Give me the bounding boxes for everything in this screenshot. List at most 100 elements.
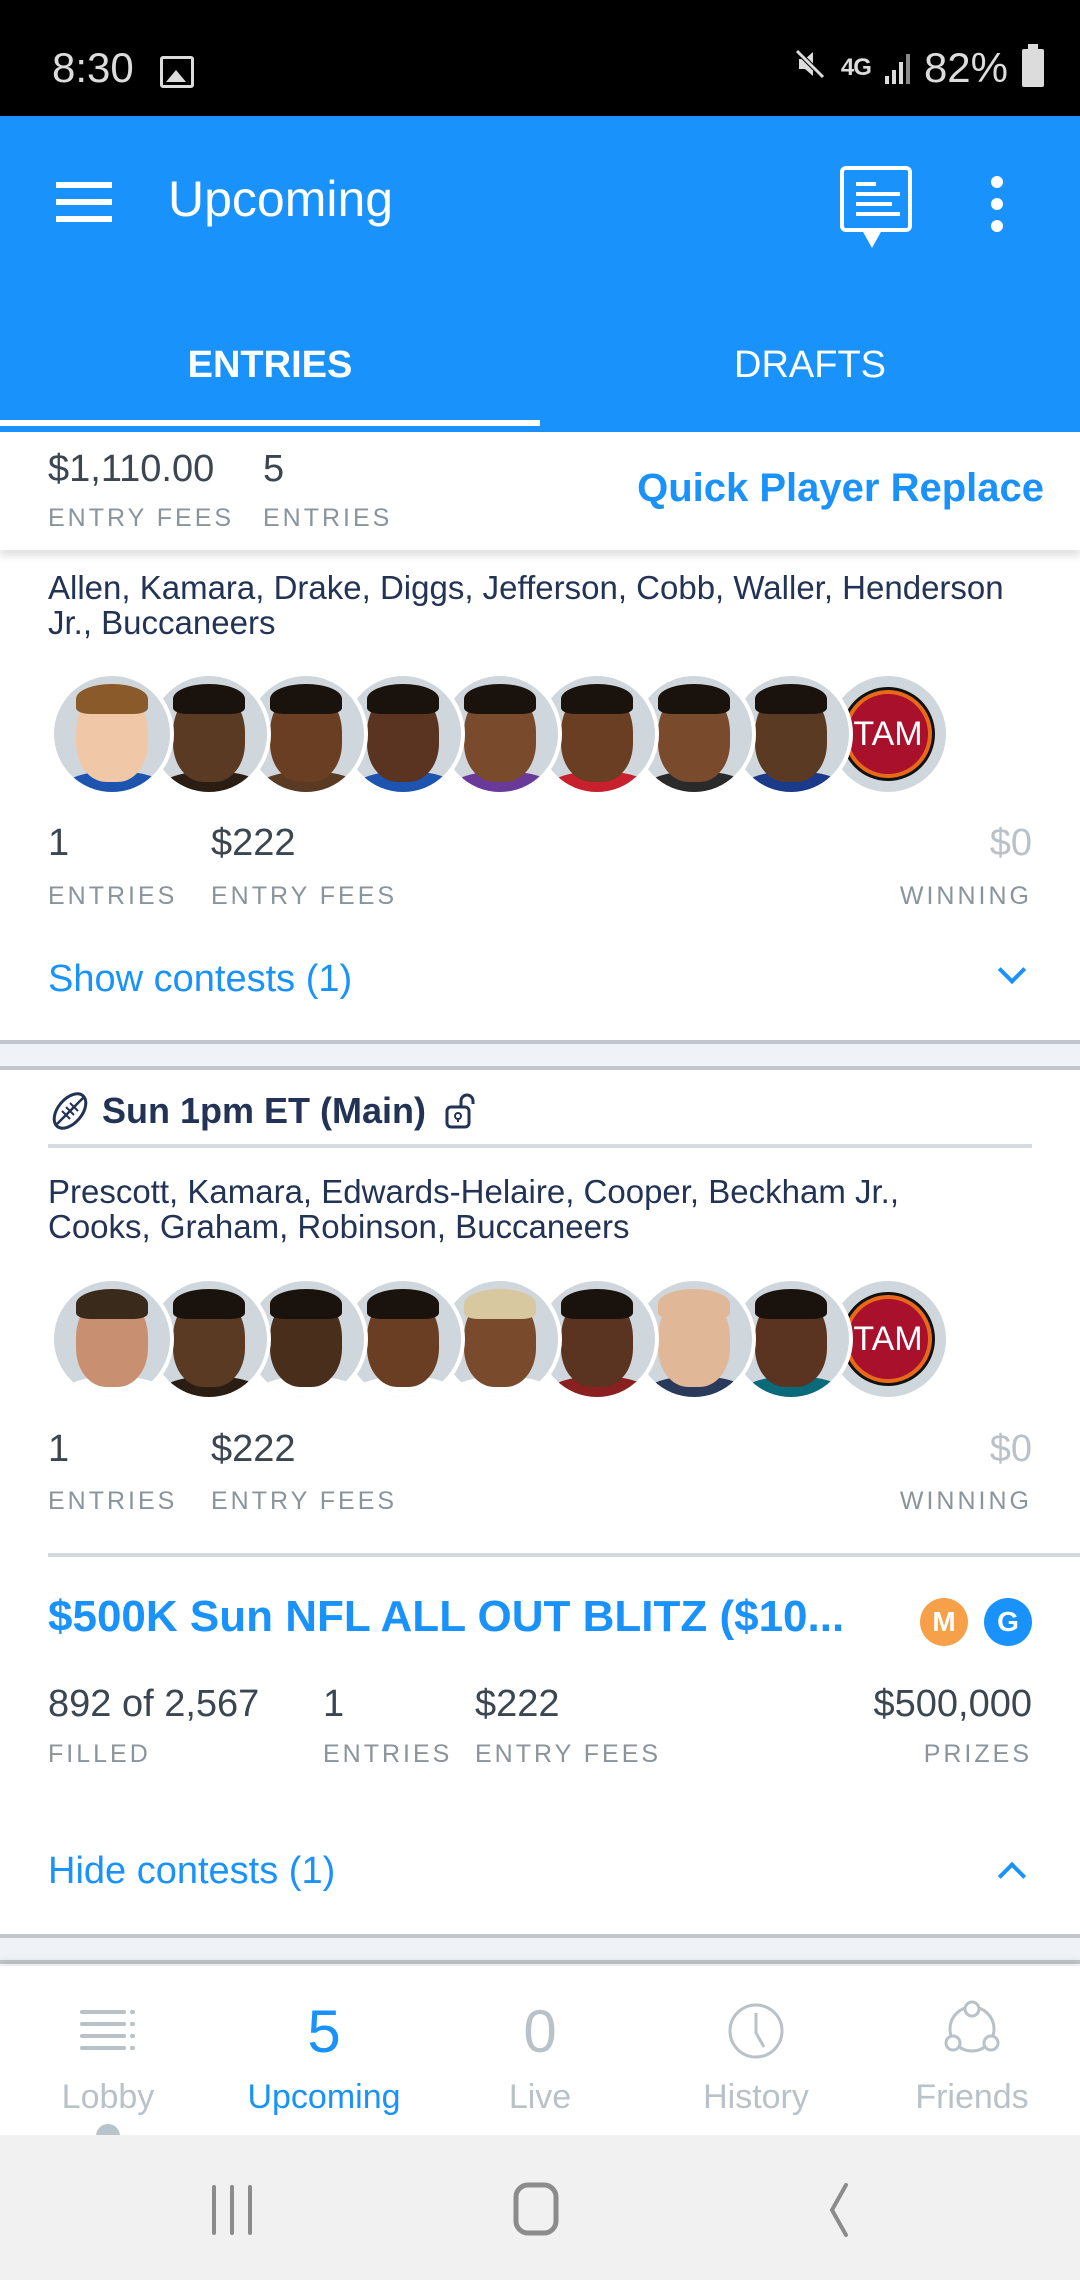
lineup-winning-label: WINNING [899, 882, 1032, 910]
contest-filled-label: FILLED [48, 1740, 151, 1768]
lineup-entries: 1 [48, 1428, 70, 1470]
quick-player-replace-button[interactable]: Quick Player Replace [637, 466, 1044, 511]
recent-apps-button[interactable] [192, 2175, 272, 2245]
player-hair [658, 684, 730, 714]
contest-title-link[interactable]: $500K Sun NFL ALL OUT BLITZ ($10... [48, 1592, 844, 1642]
slate-divider [48, 1144, 1032, 1148]
player-avatar[interactable] [50, 672, 174, 796]
unlocked-icon [445, 1093, 475, 1129]
lineup-avatars[interactable]: TAM [50, 672, 970, 796]
tab-entries[interactable]: ENTRIES [0, 302, 540, 432]
status-bar: 8:30 4G 82% [0, 0, 1080, 116]
lineup-players-text: Prescott, Kamara, Edwards-Helaire, Coope… [48, 1173, 900, 1245]
player-hair [561, 1289, 633, 1319]
image-notification-icon [160, 56, 194, 88]
team-badge: TAM [844, 1295, 932, 1383]
total-entry-fees: $1,110.00 [48, 448, 215, 490]
lineup-entry-fees: $222 [211, 1428, 296, 1470]
chat-icon[interactable] [840, 166, 912, 248]
contest-entry-fees: $222 [475, 1683, 560, 1725]
player-hair [464, 1289, 536, 1319]
nav-history[interactable]: History [648, 1966, 864, 2136]
entries-summary: $1,110.00 ENTRY FEES 5 ENTRIES Quick Pla… [0, 432, 1080, 550]
hide-contests-label: Hide contests (1) [48, 1850, 336, 1892]
lineup-winning: $0 [989, 1428, 1032, 1470]
nav-upcoming-label: Upcoming [247, 2078, 401, 2116]
hamburger-menu-icon[interactable] [56, 182, 112, 222]
home-icon [513, 2182, 559, 2236]
active-tab-indicator [0, 420, 540, 426]
player-hair [658, 1289, 730, 1319]
contest-filled: 892 of 2,567 [48, 1683, 260, 1725]
lineup-entries: 1 [48, 822, 70, 864]
app-bar: Upcoming ENTRIES DRAFTS [0, 116, 1080, 432]
mute-icon [793, 47, 827, 89]
tab-bar: ENTRIES DRAFTS [0, 302, 1080, 432]
guaranteed-badge: G [984, 1598, 1032, 1646]
slate-title: Sun 1pm ET (Main) [102, 1090, 426, 1131]
player-hair [76, 684, 148, 714]
player-hair [464, 684, 536, 714]
status-time: 8:30 [52, 44, 134, 91]
battery-icon [1022, 44, 1044, 87]
contest-prizes: $500,000 [873, 1683, 1033, 1725]
nav-live-label: Live [508, 2078, 572, 2116]
back-icon [829, 2183, 848, 2237]
nav-lobby-label: Lobby [61, 2078, 155, 2116]
clock-icon [728, 2003, 784, 2059]
show-contests-toggle[interactable]: Show contests (1) [48, 950, 1032, 1010]
status-indicators: 4G 82% [793, 44, 1044, 92]
player-hair [173, 1289, 245, 1319]
friends-icon [944, 2000, 1000, 2053]
back-button[interactable] [800, 2175, 880, 2245]
chevron-up-icon [997, 1861, 1027, 1891]
lineup-entries-label: ENTRIES [48, 882, 178, 910]
nav-lobby[interactable]: Lobby [0, 1966, 216, 2148]
page-title: Upcoming [168, 171, 394, 227]
show-contests-label: Show contests (1) [48, 958, 353, 1000]
tab-drafts[interactable]: DRAFTS [540, 302, 1080, 432]
lineup-avatars[interactable]: TAM [50, 1277, 970, 1401]
slate-header: Sun 1pm ET (Main) [48, 1086, 478, 1136]
football-icon [52, 1092, 88, 1130]
hide-contests-toggle[interactable]: Hide contests (1) [48, 1842, 1032, 1902]
nav-friends-label: Friends [915, 2078, 1029, 2116]
live-count: 0 [523, 1997, 557, 2065]
total-entries: 5 [263, 448, 285, 490]
nav-live[interactable]: 0 Live [432, 1966, 648, 2136]
contest-entries: 1 [323, 1683, 345, 1725]
nav-friends[interactable]: Friends [864, 1966, 1080, 2136]
player-avatar[interactable] [50, 1277, 174, 1401]
multi-entry-badge: M [920, 1598, 968, 1646]
total-entries-label: ENTRIES [263, 504, 393, 532]
player-hair [270, 1289, 342, 1319]
player-hair [367, 684, 439, 714]
lineup-winning-label: WINNING [899, 1487, 1032, 1515]
nav-upcoming[interactable]: 5 Upcoming [216, 1966, 432, 2136]
lineup-winning: $0 [989, 822, 1032, 864]
network-type: 4G [840, 54, 872, 81]
player-hair [755, 684, 827, 714]
player-hair [76, 1289, 148, 1319]
signal-icon [884, 52, 910, 84]
player-hair [755, 1289, 827, 1319]
lineup-entries-label: ENTRIES [48, 1487, 178, 1515]
system-nav-bar [0, 2135, 1080, 2280]
lineup-entry-fees-label: ENTRY FEES [211, 882, 398, 910]
player-hair [367, 1289, 439, 1319]
lineup-players-text: Allen, Kamara, Drake, Diggs, Jefferson, … [48, 569, 1004, 641]
player-hair [173, 684, 245, 714]
upcoming-count: 5 [307, 1997, 341, 2065]
home-button[interactable] [496, 2175, 576, 2245]
battery-percent: 82% [923, 44, 1008, 91]
contest-entries-label: ENTRIES [323, 1740, 453, 1768]
more-options-icon[interactable] [982, 176, 1012, 232]
total-entry-fees-label: ENTRY FEES [48, 504, 235, 532]
section-divider [0, 1934, 1080, 1964]
lineup-entry-fees: $222 [211, 822, 296, 864]
contest-entry-fees-label: ENTRY FEES [475, 1740, 662, 1768]
team-badge: TAM [844, 690, 932, 778]
player-hair [270, 684, 342, 714]
nav-history-label: History [703, 2078, 809, 2116]
section-divider [0, 1040, 1080, 1070]
